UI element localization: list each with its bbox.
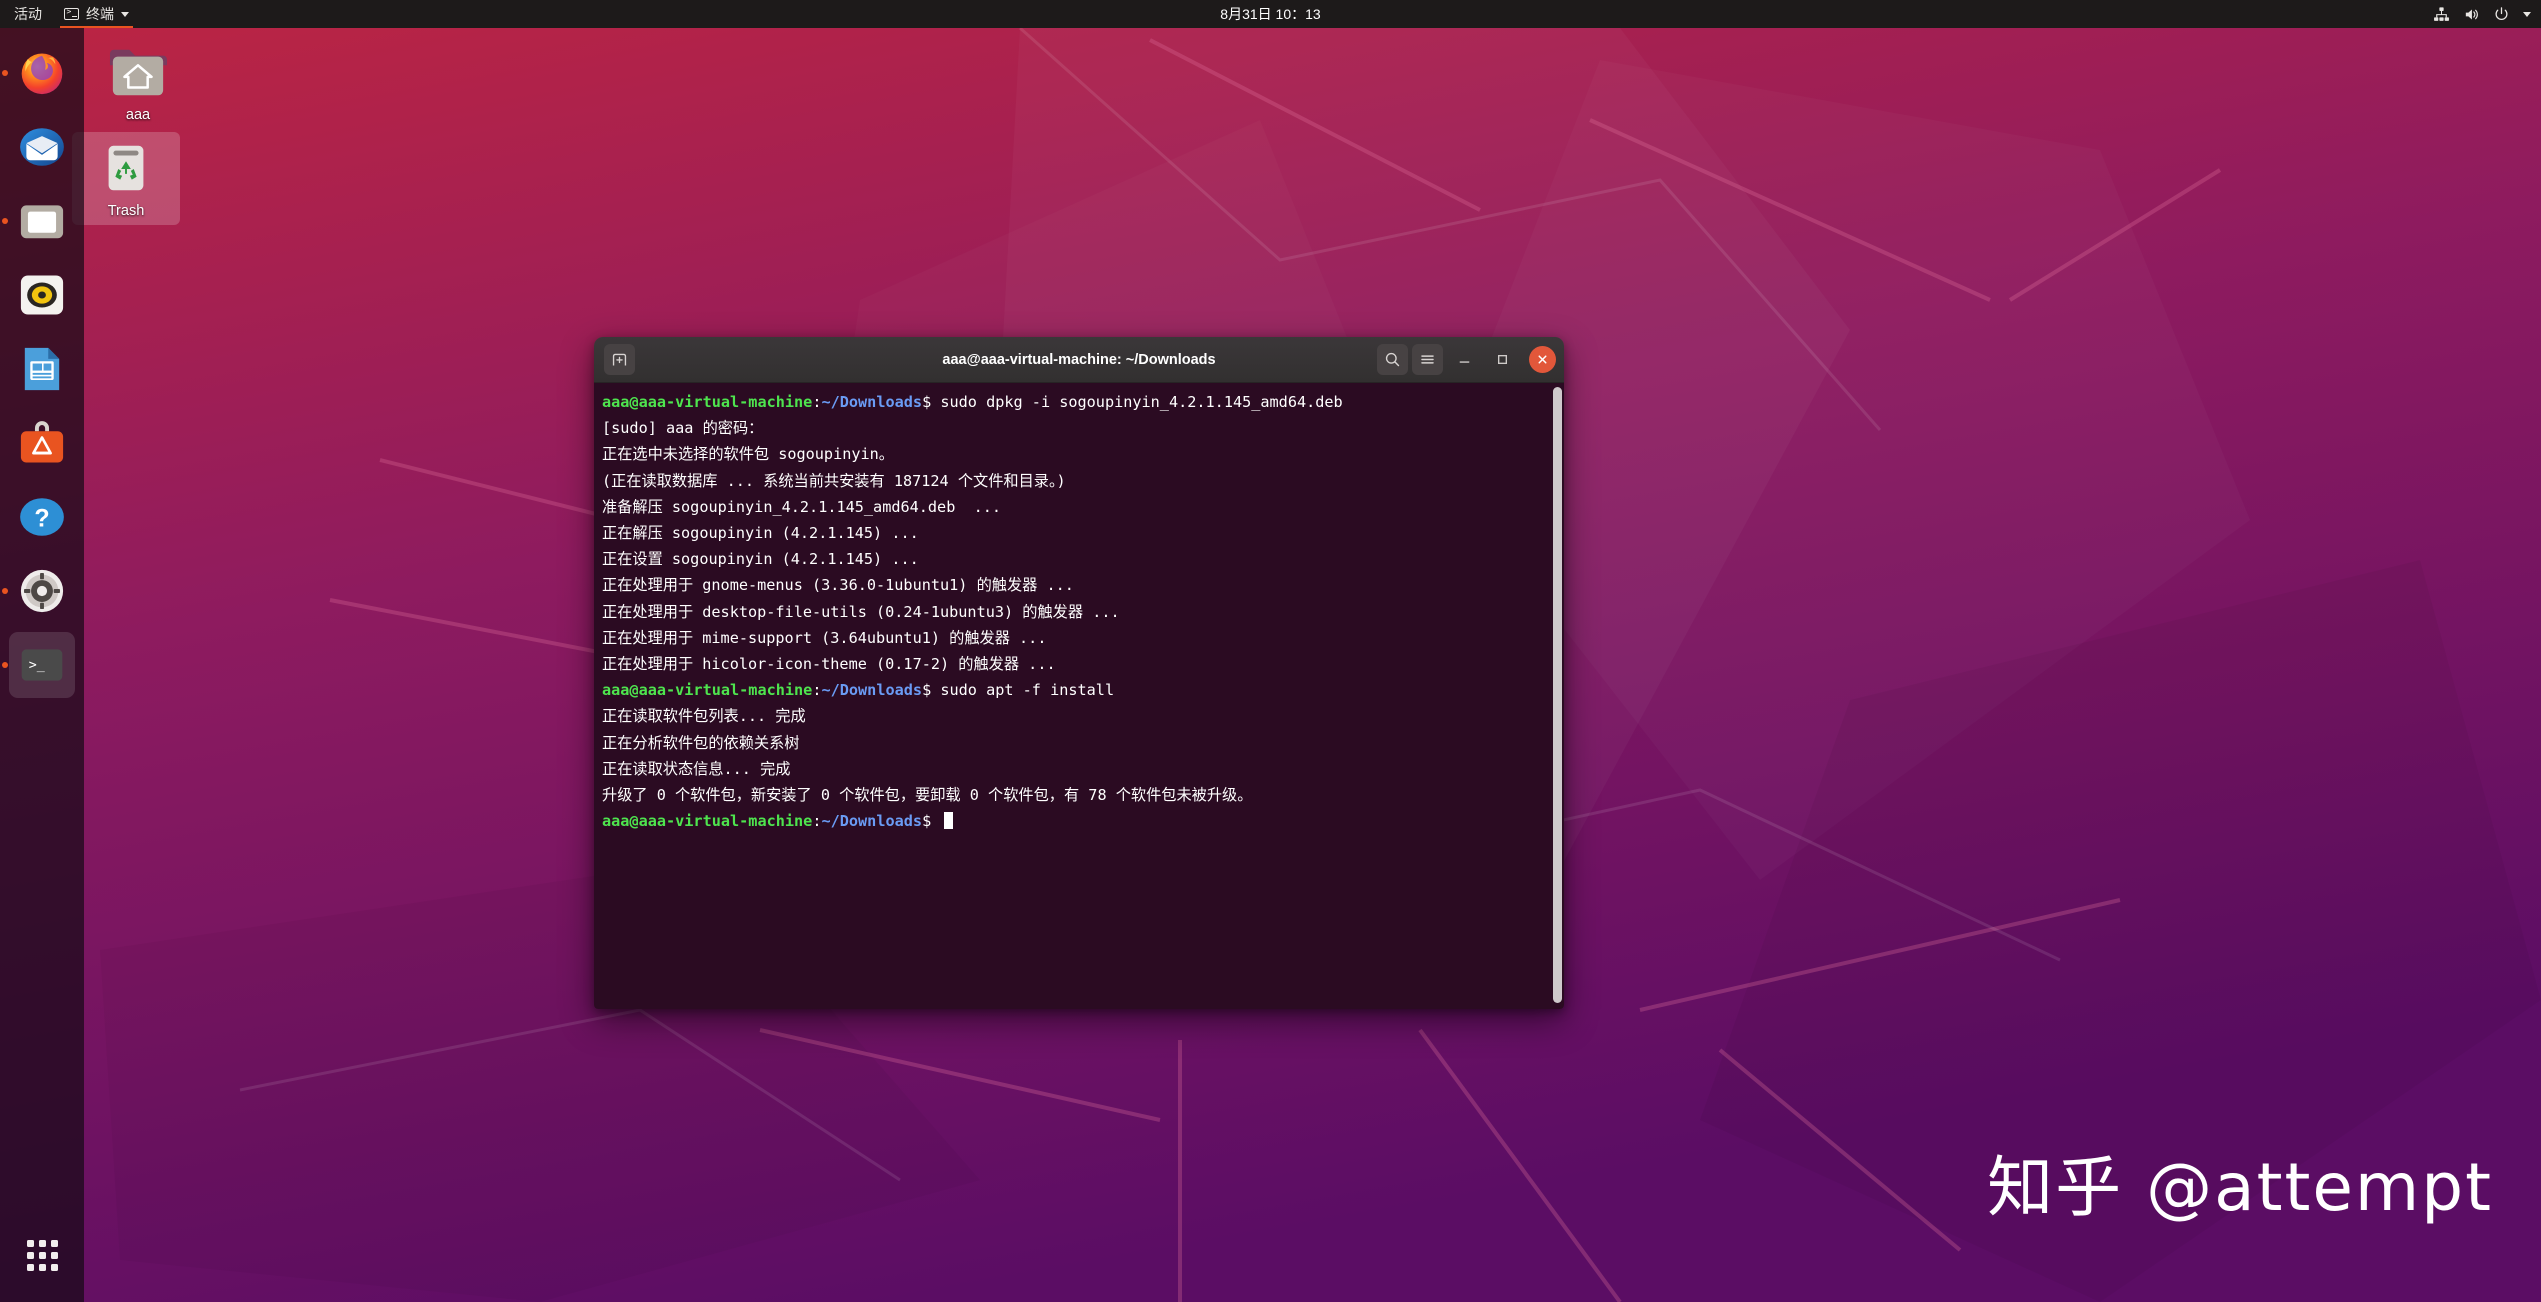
running-indicator <box>2 70 8 76</box>
maximize-button[interactable] <box>1485 344 1519 375</box>
terminal-line: 正在读取软件包列表... 完成 <box>602 707 806 726</box>
terminal-line: [sudo] aaa 的密码： <box>602 419 764 438</box>
hamburger-menu-icon <box>1421 355 1434 364</box>
new-tab-button[interactable] <box>604 344 635 375</box>
clock[interactable]: 8月31日 10：13 <box>0 4 2541 24</box>
app-menu-label: 终端 <box>86 6 114 22</box>
ubuntu-software-icon <box>20 421 64 463</box>
desktop-icon-label: Trash <box>107 203 145 219</box>
terminal-line: 准备解压 sogoupinyin_4.2.1.145_amd64.deb ... <box>602 497 1002 516</box>
prompt-user-host: aaa@aaa-virtual-machine <box>602 812 813 831</box>
dock-item-help[interactable]: ? <box>9 484 75 550</box>
prompt-user-host: aaa@aaa-virtual-machine <box>602 681 813 700</box>
terminal-line: 正在处理用于 hicolor-icon-theme (0.17-2) 的触发器 … <box>602 655 1056 674</box>
terminal-icon <box>64 7 79 20</box>
system-tray[interactable] <box>2433 0 2531 28</box>
desktop-icon-label: aaa <box>125 107 151 123</box>
terminal-command <box>931 812 940 830</box>
terminal-command: sudo dpkg -i sogoupinyin_4.2.1.145_amd64… <box>931 393 1343 411</box>
terminal-body[interactable]: aaa@aaa-virtual-machine:~/Downloads$ sud… <box>594 383 1564 1009</box>
activities-label: 活动 <box>14 6 42 22</box>
dock-item-settings[interactable] <box>2 558 75 624</box>
help-icon: ? <box>20 498 64 536</box>
chevron-down-icon <box>121 11 129 17</box>
apps-grid-icon <box>26 1239 58 1271</box>
new-tab-icon <box>612 353 627 366</box>
terminal-window[interactable]: aaa@aaa-virtual-machine: ~/Downloads aaa… <box>594 337 1564 1009</box>
minimize-button[interactable] <box>1447 344 1481 375</box>
dock-item-terminal[interactable]: >_ <box>2 632 75 698</box>
dock-item-thunderbird[interactable] <box>9 114 75 180</box>
power-icon <box>2495 6 2508 20</box>
prompt-path: ~/Downloads <box>821 681 923 700</box>
maximize-icon <box>1497 354 1507 365</box>
prompt-path: ~/Downloads <box>821 812 923 831</box>
libreoffice-writer-icon <box>24 347 60 391</box>
terminal-scrollbar[interactable] <box>1553 387 1562 1003</box>
prompt-dollar: $ <box>922 812 932 831</box>
window-controls[interactable] <box>1377 344 1556 375</box>
terminal-line: aaa@aaa-virtual-machine:~/Downloads$ sud… <box>602 389 1546 415</box>
activities-button[interactable]: 活动 <box>0 0 54 28</box>
thunderbird-icon <box>20 128 64 166</box>
dock-item-files[interactable] <box>2 188 75 254</box>
terminal-line: aaa@aaa-virtual-machine:~/Downloads$ sud… <box>602 677 1546 703</box>
terminal-line: aaa@aaa-virtual-machine:~/Downloads$ <box>602 808 1546 834</box>
minimize-icon <box>1459 361 1469 363</box>
terminal-line: 正在处理用于 gnome-menus (3.36.0-1ubuntu1) 的触发… <box>602 576 1074 595</box>
desktop: 活动 终端 8月31日 10：13 <box>0 0 2541 1302</box>
close-button[interactable] <box>1529 346 1556 373</box>
svg-text:>_: >_ <box>29 658 45 673</box>
chevron-down-icon[interactable] <box>2523 11 2531 17</box>
desktop-icon-home[interactable]: aaa <box>84 36 192 129</box>
terminal-line: 正在处理用于 desktop-file-utils (0.24-1ubuntu3… <box>602 602 1120 621</box>
rhythmbox-icon <box>20 275 64 315</box>
close-icon <box>1538 355 1547 364</box>
prompt-path: ~/Downloads <box>821 393 923 411</box>
dock-item-firefox[interactable] <box>2 40 75 106</box>
terminal-line: 正在分析软件包的依赖关系树 <box>602 733 800 752</box>
dock-item-libreoffice-writer[interactable] <box>9 336 75 402</box>
settings-gear-icon <box>20 569 64 613</box>
app-menu-terminal[interactable]: 终端 <box>54 0 139 28</box>
show-applications-button[interactable] <box>9 1222 75 1288</box>
terminal-line: 升级了 0 个软件包，新安装了 0 个软件包，要卸载 0 个软件包，有 78 个… <box>602 786 1253 805</box>
terminal-line: 正在解压 sogoupinyin (4.2.1.145) ... <box>602 524 919 543</box>
dock-item-ubuntu-software[interactable] <box>9 410 75 476</box>
search-button[interactable] <box>1377 344 1408 375</box>
network-icon <box>2434 6 2449 21</box>
volume-icon <box>2465 9 2478 19</box>
terminal-icon: >_ <box>21 649 63 681</box>
scrollbar-thumb[interactable] <box>1553 387 1562 1003</box>
files-icon <box>20 205 64 239</box>
terminal-command: sudo apt -f install <box>931 681 1115 700</box>
running-indicator <box>2 218 8 224</box>
terminal-line: 正在选中未选择的软件包 sogoupinyin。 <box>602 445 894 464</box>
trash-icon <box>108 145 144 191</box>
svg-text:?: ? <box>34 504 49 532</box>
prompt-dollar: $ <box>922 393 932 411</box>
prompt-dollar: $ <box>922 681 932 700</box>
menu-button[interactable] <box>1412 344 1443 375</box>
terminal-output: aaa@aaa-virtual-machine:~/Downloads$ sud… <box>602 389 1564 834</box>
top-panel: 活动 终端 8月31日 10：13 <box>0 0 2541 28</box>
prompt-user-host: aaa@aaa-virtual-machine <box>602 393 813 411</box>
terminal-line: 正在读取状态信息... 完成 <box>602 759 791 778</box>
dock: ? >_ <box>0 28 84 1302</box>
running-indicator <box>2 662 8 668</box>
running-indicator <box>2 588 8 594</box>
firefox-icon <box>21 53 63 95</box>
home-folder-icon <box>109 49 167 96</box>
dock-item-rhythmbox[interactable] <box>9 262 75 328</box>
watermark: 知乎 @attempt <box>1987 1149 2493 1226</box>
terminal-line: 正在处理用于 mime-support (3.64ubuntu1) 的触发器 .… <box>602 628 1047 647</box>
search-icon <box>1385 352 1400 367</box>
terminal-line: (正在读取数据库 ... 系统当前共安装有 187124 个文件和目录。) <box>602 471 1066 490</box>
desktop-icon-trash[interactable]: Trash <box>72 132 180 225</box>
terminal-titlebar[interactable]: aaa@aaa-virtual-machine: ~/Downloads <box>594 337 1564 383</box>
terminal-cursor <box>944 812 954 830</box>
terminal-line: 正在设置 sogoupinyin (4.2.1.145) ... <box>602 550 919 569</box>
